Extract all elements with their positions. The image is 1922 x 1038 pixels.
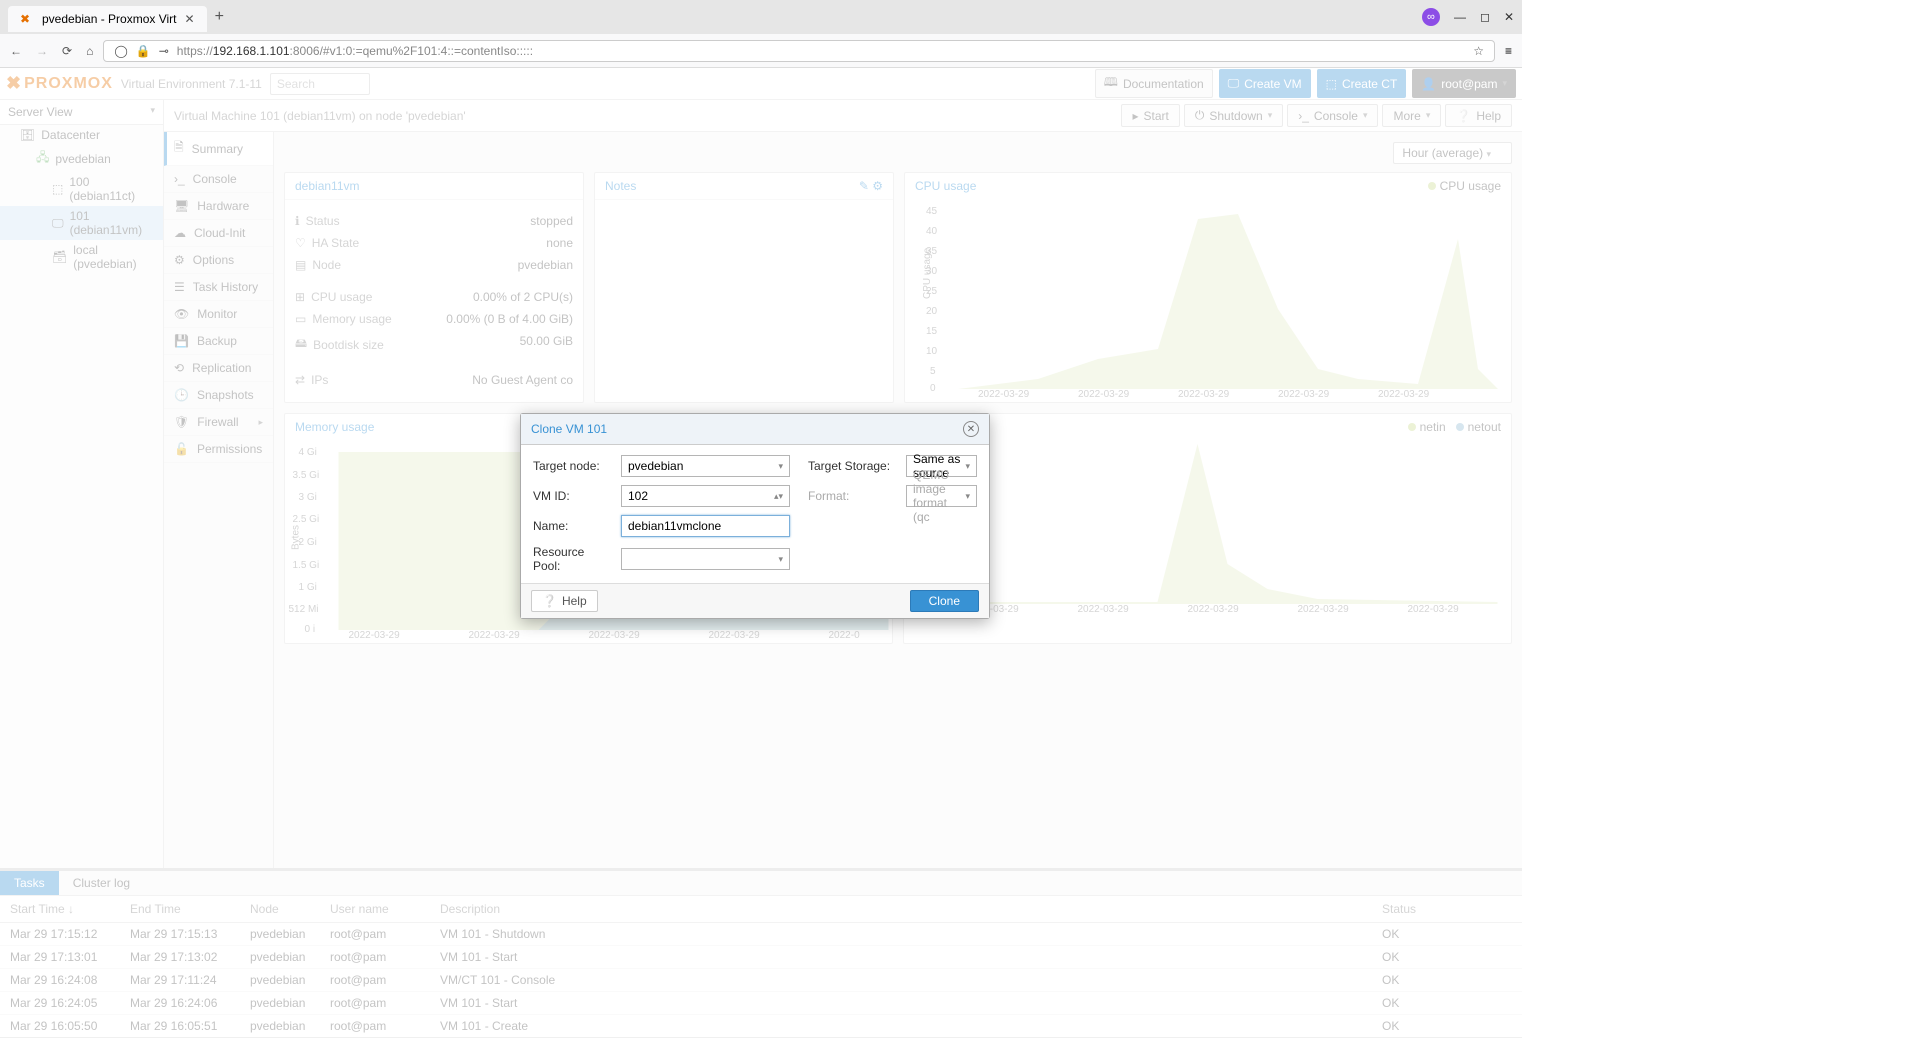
- clone-vm-dialog: Clone VM 101 ✕ Target node: pvedebian▾ V…: [520, 413, 990, 619]
- shield-icon: ◯: [114, 44, 127, 58]
- dialog-title: Clone VM 101: [531, 422, 607, 436]
- proxmox-favicon: ✖: [20, 12, 34, 26]
- window-maximize-icon[interactable]: ◻: [1480, 10, 1490, 24]
- window-close-icon[interactable]: ✕: [1504, 10, 1514, 24]
- name-input[interactable]: [621, 515, 790, 537]
- vmid-input[interactable]: 102▴▾: [621, 485, 790, 507]
- url-input[interactable]: ◯ 🔒 ⊸ https://192.168.1.101:8006/#v1:0:=…: [103, 40, 1495, 62]
- target-node-select[interactable]: pvedebian▾: [621, 455, 790, 477]
- format-select: QEMU image format (qc▾: [906, 485, 977, 507]
- window-minimize-icon[interactable]: —: [1454, 10, 1466, 24]
- format-label: Format:: [808, 489, 900, 503]
- key-icon: ⊸: [159, 44, 169, 58]
- target-storage-label: Target Storage:: [808, 459, 900, 473]
- vmid-label: VM ID:: [533, 489, 615, 503]
- nav-home-icon[interactable]: ⌂: [86, 44, 93, 58]
- pool-select[interactable]: ▾: [621, 548, 790, 570]
- extension-icon[interactable]: ∞: [1422, 8, 1440, 26]
- nav-reload-icon[interactable]: ⟳: [62, 44, 72, 58]
- tab-title: pvedebian - Proxmox Virt: [42, 12, 177, 26]
- target-node-label: Target node:: [533, 459, 615, 473]
- help-icon: ❔: [542, 594, 557, 608]
- pool-label: Resource Pool:: [533, 545, 615, 573]
- hamburger-menu-icon[interactable]: ≡: [1505, 44, 1512, 58]
- browser-tab-bar: ✖ pvedebian - Proxmox Virt ✕ + ∞ — ◻ ✕: [0, 0, 1522, 34]
- new-tab-button[interactable]: +: [215, 8, 224, 26]
- dialog-help-button[interactable]: ❔Help: [531, 590, 598, 612]
- clone-button[interactable]: Clone: [910, 590, 979, 612]
- url-bar: ← → ⟳ ⌂ ◯ 🔒 ⊸ https://192.168.1.101:8006…: [0, 34, 1522, 68]
- url-text: https://192.168.1.101:8006/#v1:0:=qemu%2…: [177, 44, 533, 58]
- nav-forward-icon[interactable]: →: [36, 44, 48, 58]
- bookmark-star-icon[interactable]: ☆: [1473, 44, 1484, 58]
- lock-icon: 🔒: [136, 44, 151, 58]
- browser-tab[interactable]: ✖ pvedebian - Proxmox Virt ✕: [8, 6, 207, 32]
- nav-back-icon[interactable]: ←: [10, 44, 22, 58]
- spinner-icon[interactable]: ▴▾: [774, 491, 783, 502]
- name-label: Name:: [533, 519, 615, 533]
- close-tab-icon[interactable]: ✕: [185, 12, 195, 26]
- dialog-close-button[interactable]: ✕: [963, 421, 979, 437]
